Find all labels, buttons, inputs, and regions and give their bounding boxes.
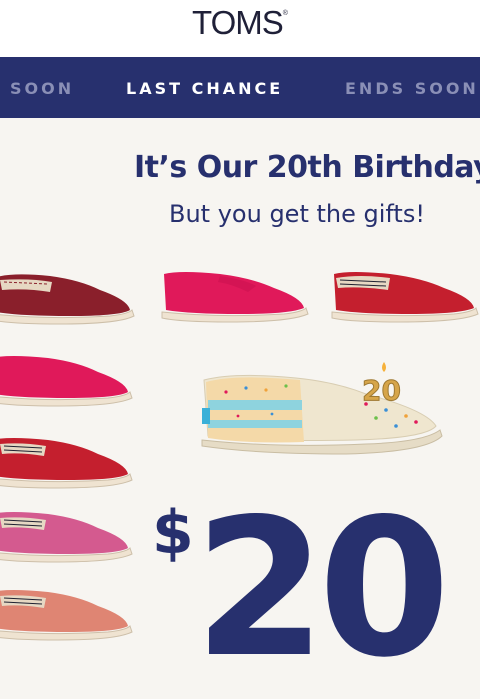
ticker-item-soon: SOON (10, 79, 75, 98)
price-value: 20 (194, 478, 450, 699)
birthday-candle-icon: 20 (362, 362, 401, 408)
ticker-item-last-chance: LAST CHANCE (126, 79, 284, 98)
shoe-red-top[interactable] (330, 268, 480, 324)
hero-subheadline: But you get the gifts! (169, 200, 425, 228)
shoe-birthday-cake[interactable] (196, 360, 446, 460)
ticker-item-ends-soon: ENDS SOON (345, 79, 479, 98)
shoe-burgundy[interactable] (0, 270, 135, 326)
price-currency: $ (152, 498, 194, 568)
hero-headline: It’s Our 20th Birthday (134, 150, 480, 185)
header: TOMS® (0, 0, 480, 57)
shoe-red-left[interactable] (0, 434, 133, 490)
shoe-magenta-top[interactable] (160, 268, 310, 324)
logo-text: TOMS (192, 4, 284, 41)
candle-number: 20 (362, 374, 401, 407)
shoe-pink-left[interactable] (0, 508, 133, 564)
toms-logo[interactable]: TOMS® (0, 4, 480, 42)
shoe-magenta-left[interactable] (0, 352, 133, 408)
shoe-salmon-left[interactable] (0, 586, 133, 642)
promo-ticker[interactable]: SOON LAST CHANCE ENDS SOON (0, 57, 480, 118)
trademark: ® (282, 10, 288, 17)
